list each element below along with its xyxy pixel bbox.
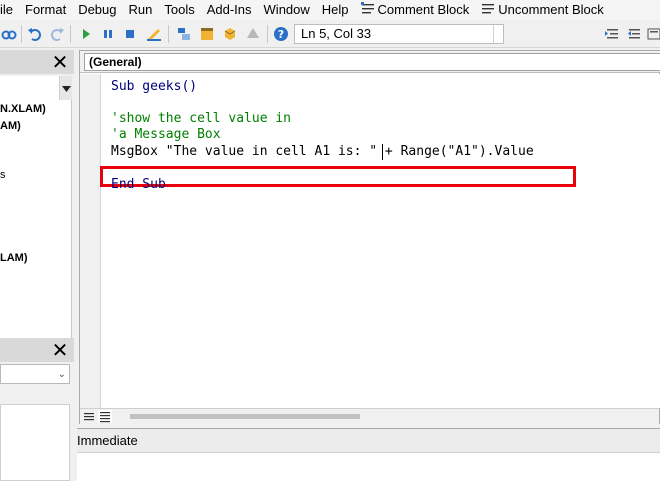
uncomment-block-button[interactable]: Uncomment Block xyxy=(475,0,609,20)
tree-item[interactable]: AM) xyxy=(0,120,21,132)
chevron-down-icon xyxy=(62,86,71,92)
comment-block-icon xyxy=(360,2,374,14)
reset-icon[interactable] xyxy=(122,26,138,42)
project-explorer-icon[interactable] xyxy=(176,26,192,42)
run-icon[interactable] xyxy=(78,26,94,42)
menu-run[interactable]: Run xyxy=(123,0,159,20)
close-icon[interactable]: ✕ xyxy=(50,52,70,72)
comment-block-label: Comment Block xyxy=(377,2,470,17)
cursor-position-text: Ln 5, Col 33 xyxy=(301,26,372,41)
properties-window-icon[interactable] xyxy=(199,26,215,42)
code-editor[interactable]: Sub geeks() 'show the cell value in 'a M… xyxy=(100,74,660,408)
code-window-header: (General) xyxy=(80,51,660,73)
menu-bar: ile Format Debug Run Tools Add-Ins Windo… xyxy=(0,0,660,20)
object-dropdown-label: (General) xyxy=(89,55,142,69)
find-icon[interactable] xyxy=(1,26,17,42)
cursor-position-display: Ln 5, Col 33 xyxy=(294,24,504,44)
menu-debug[interactable]: Debug xyxy=(72,0,122,20)
outdent-icon[interactable] xyxy=(626,26,642,42)
tree-item[interactable]: s xyxy=(0,169,6,181)
highlight-annotation-box xyxy=(100,166,576,187)
properties-object-select[interactable]: ⌄ xyxy=(0,364,70,384)
full-module-view-icon[interactable] xyxy=(98,410,112,423)
project-tree-scrollbar[interactable] xyxy=(59,76,72,100)
break-icon[interactable] xyxy=(100,26,116,42)
code-line-msgbox[interactable]: MsgBox "The value in cell A1 is: " + Ran… xyxy=(111,144,534,160)
design-mode-icon[interactable] xyxy=(146,26,162,42)
properties-grid[interactable] xyxy=(0,404,70,481)
tree-item[interactable]: N.XLAM) xyxy=(0,103,46,115)
procedure-view-icon[interactable] xyxy=(82,410,96,423)
menu-file-label: ile xyxy=(0,2,14,17)
uncomment-block-label: Uncomment Block xyxy=(498,2,604,17)
menu-window[interactable]: Window xyxy=(258,0,316,20)
properties-header: ✕ xyxy=(0,338,74,362)
undo-icon[interactable] xyxy=(27,26,43,42)
project-tree[interactable]: N.XLAM) AM) s LAM) xyxy=(0,76,72,360)
toolbar-separator xyxy=(70,25,71,43)
uncomment-block-icon xyxy=(482,4,495,14)
close-icon[interactable]: ✕ xyxy=(50,340,70,360)
code-window-footer xyxy=(80,408,659,424)
immediate-window[interactable]: Immediate xyxy=(77,428,660,481)
code-line-comment[interactable]: 'a Message Box xyxy=(111,127,221,143)
code-line[interactable]: End Sub xyxy=(111,177,166,193)
help-icon[interactable]: ? xyxy=(273,26,289,42)
toggle-breakpoint-icon[interactable] xyxy=(646,26,660,42)
standard-toolbar: ? Ln 5, Col 33 xyxy=(0,20,660,48)
project-explorer-panel: ✕ N.XLAM) AM) s LAM) ✕ ⌄ xyxy=(0,48,76,481)
chevron-down-icon: ⌄ xyxy=(57,369,66,380)
toolbar-separator xyxy=(21,25,22,43)
code-line[interactable]: Sub geeks() xyxy=(111,79,197,95)
project-explorer-header: ✕ xyxy=(0,50,74,74)
comment-block-button[interactable]: Comment Block xyxy=(355,0,476,20)
menu-add-ins[interactable]: Add-Ins xyxy=(201,0,258,20)
object-browser-icon[interactable] xyxy=(222,26,238,42)
svg-text:?: ? xyxy=(278,28,284,41)
menu-format[interactable]: Format xyxy=(19,0,72,20)
horizontal-scrollbar[interactable] xyxy=(130,414,360,419)
object-dropdown[interactable]: (General) xyxy=(84,53,660,71)
immediate-window-header: Immediate xyxy=(77,429,660,453)
menu-file[interactable]: ile xyxy=(0,0,19,20)
tree-item[interactable]: LAM) xyxy=(0,252,28,264)
toolbox-icon[interactable] xyxy=(245,26,261,42)
toolbar-separator xyxy=(267,25,268,43)
menu-tools[interactable]: Tools xyxy=(158,0,200,20)
code-window: (General) Sub geeks() 'show the cell val… xyxy=(79,50,660,424)
toolbar-separator xyxy=(168,25,169,43)
indent-icon[interactable] xyxy=(604,26,620,42)
margin-indicator-bar[interactable] xyxy=(80,74,101,408)
toolbar-options-dropdown[interactable] xyxy=(493,25,503,43)
redo-icon[interactable] xyxy=(49,26,65,42)
text-caret xyxy=(382,144,383,160)
immediate-window-title: Immediate xyxy=(77,433,138,448)
code-line-comment[interactable]: 'show the cell value in xyxy=(111,111,291,127)
menu-help[interactable]: Help xyxy=(316,0,355,20)
